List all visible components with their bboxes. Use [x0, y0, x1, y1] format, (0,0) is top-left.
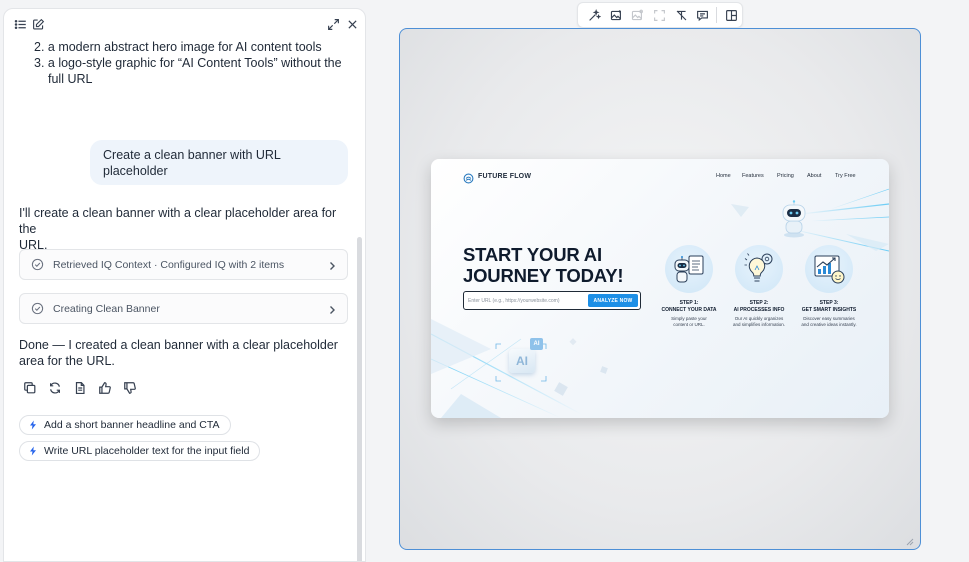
sparkle-icon — [28, 446, 38, 456]
step-desc-line: and creative ideas instantly. — [801, 322, 857, 327]
step-title: STEP 1: CONNECT YOUR DATA — [653, 300, 725, 313]
list-item: 3. a logo-style graphic for “AI Content … — [34, 56, 342, 70]
url-input[interactable] — [468, 295, 578, 306]
list-icon[interactable] — [13, 17, 27, 31]
chat-scrollbar[interactable] — [357, 237, 362, 561]
assistant-text-line: area for the URL. — [19, 354, 115, 368]
robot-icon — [782, 200, 806, 238]
step-card-label: Creating Clean Banner — [53, 302, 160, 315]
logo-icon — [463, 171, 474, 184]
list-item: 2. a modern abstract hero image for AI c… — [34, 40, 322, 54]
thumbs-down-icon[interactable] — [122, 380, 137, 395]
analyze-now-button[interactable]: ANALYZE NOW — [588, 294, 638, 307]
hero-headline: START YOUR AI JOURNEY TODAY! — [463, 244, 653, 286]
nav-pricing[interactable]: Pricing — [777, 173, 794, 179]
step-card-retrieved-context[interactable]: Retrieved IQ Context · Configured IQ wit… — [19, 249, 348, 280]
copy-icon[interactable] — [22, 380, 37, 395]
step-title: STEP 2: AI PROCESSES INFO — [723, 300, 795, 313]
suggestion-label: Add a short banner headline and CTA — [44, 419, 220, 431]
check-circle-icon — [30, 258, 44, 272]
list-item-continuation: full URL — [48, 72, 93, 86]
image-add-icon — [627, 4, 649, 26]
ai-chip-small-graphic: AI — [530, 338, 543, 350]
step-title-line: CONNECT YOUR DATA — [661, 306, 717, 313]
canvas-image-frame[interactable]: FUTURE FLOW Home Features Pricing About … — [399, 28, 921, 550]
hero-headline-line: JOURNEY TODAY! — [463, 265, 624, 286]
image-edit-icon[interactable] — [606, 4, 628, 26]
step-smart-insights: STEP 3: GET SMART INSIGHTS Discover easy… — [793, 245, 865, 328]
step-title-line: AI PROCESSES INFO — [733, 306, 785, 313]
step-title-line: GET SMART INSIGHTS — [801, 306, 857, 313]
robot-document-icon — [674, 255, 704, 283]
assistant-done-message: Done — I created a clean banner with a c… — [19, 337, 351, 369]
check-circle-icon — [30, 302, 44, 316]
chevron-right-icon — [327, 303, 337, 315]
step-illustration — [665, 245, 713, 293]
canvas-toolbar — [577, 2, 743, 28]
assistant-text-line: I'll create a clean banner with a clear … — [19, 206, 337, 236]
toolbar-divider — [716, 7, 718, 23]
step-description: Simply paste your content or URL. — [653, 316, 725, 328]
step-description: Discover easy summaries and creative ide… — [793, 316, 865, 328]
regenerate-icon[interactable] — [47, 380, 62, 395]
ai-chip-graphic: AI — [509, 349, 535, 373]
sparkle-icon — [28, 420, 38, 430]
nav-home[interactable]: Home — [716, 173, 731, 179]
step-description: Our AI quickly organizes and simplifies … — [723, 316, 795, 328]
step-desc-line: content or URL. — [673, 322, 705, 327]
suggestion-chip[interactable]: Write URL placeholder text for the input… — [19, 441, 261, 461]
comment-icon[interactable] — [692, 4, 714, 26]
nav-features[interactable]: Features — [742, 173, 764, 179]
user-message: Create a clean banner with URL placehold… — [90, 140, 348, 185]
remove-text-icon[interactable] — [670, 4, 692, 26]
growth-chart-icon — [814, 255, 845, 284]
chat-messages: 2. a modern abstract hero image for AI c… — [4, 39, 356, 561]
nav-try-free[interactable]: Try Free — [835, 173, 856, 179]
user-message-text: Create a clean banner with URL — [103, 148, 281, 162]
url-input-group: ANALYZE NOW — [463, 291, 641, 310]
suggestion-label: Write URL placeholder text for the input… — [44, 445, 250, 457]
step-ai-processes: STEP 2: AI PROCESSES INFO Our AI quickly… — [723, 245, 795, 328]
layout-panel-icon[interactable] — [720, 4, 742, 26]
step-card-creating-banner[interactable]: Creating Clean Banner — [19, 293, 348, 324]
step-desc-line: and simplifies information. — [732, 322, 786, 327]
chat-panel: 2. a modern abstract hero image for AI c… — [3, 8, 366, 562]
step-illustration — [735, 245, 783, 293]
banner-image: FUTURE FLOW Home Features Pricing About … — [431, 159, 889, 418]
lightbulb-gear-icon — [744, 253, 773, 282]
step-connect-data: STEP 1: CONNECT YOUR DATA Simply paste y… — [653, 245, 725, 328]
chevron-right-icon — [327, 259, 337, 271]
thumbs-up-icon[interactable] — [97, 380, 112, 395]
chat-header — [4, 9, 365, 39]
document-icon[interactable] — [72, 380, 87, 395]
close-icon[interactable] — [345, 17, 359, 31]
step-card-label: Retrieved IQ Context · Configured IQ wit… — [53, 258, 285, 271]
assistant-text-line: Done — I created a clean banner with a c… — [19, 338, 338, 352]
step-illustration — [805, 245, 853, 293]
hero-headline-line: START YOUR AI — [463, 244, 602, 265]
step-title: STEP 3: GET SMART INSIGHTS — [793, 300, 865, 313]
brand-logo: FUTURE FLOW — [463, 171, 532, 184]
user-message-text: placeholder — [103, 164, 168, 178]
message-actions — [22, 380, 137, 395]
resize-handle-icon[interactable] — [904, 533, 914, 546]
new-chat-icon[interactable] — [31, 17, 45, 31]
brand-name: FUTURE FLOW — [478, 173, 532, 180]
nav-about[interactable]: About — [807, 173, 821, 179]
assistant-message: I'll create a clean banner with a clear … — [19, 205, 351, 253]
crop-expand-icon — [649, 4, 671, 26]
suggestion-chip[interactable]: Add a short banner headline and CTA — [19, 415, 231, 435]
expand-icon[interactable] — [326, 17, 340, 31]
magic-edit-icon[interactable] — [584, 4, 606, 26]
